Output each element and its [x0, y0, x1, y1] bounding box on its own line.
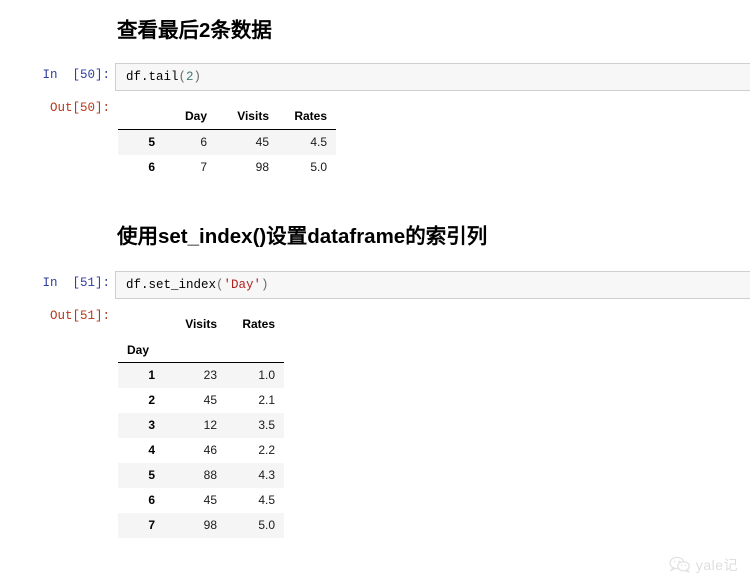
table-row-index: 2 [148, 393, 155, 407]
table-index-name-spacer [164, 337, 226, 362]
dataframe-table-1: Day Visits Rates 5 6 45 4.5 6 7 98 5.0 [118, 104, 336, 180]
table-row-index: 1 [118, 362, 164, 388]
code-token-string-2: 'Day' [223, 278, 262, 292]
input-cell-1[interactable]: In [50]: df.tail(2) [0, 63, 750, 91]
table-body-1: 5 6 45 4.5 6 7 98 5.0 [118, 129, 336, 181]
table-col-header-visits-2: Visits [185, 317, 217, 331]
table-col-header-index-1 [118, 104, 164, 129]
wechat-icon [669, 556, 691, 574]
markdown-heading-1: 查看最后2条数据 [117, 19, 272, 42]
table-cell-visits: 12 [164, 413, 226, 438]
table-row: 6 45 4.5 [118, 488, 284, 513]
table-cell-rates: 4.5 [258, 493, 275, 507]
table-row: 6 7 98 5.0 [118, 155, 336, 180]
table-index-name: Day [127, 343, 150, 357]
code-token-close-paren-2: ) [261, 278, 269, 292]
table-cell-rates: 2.2 [258, 443, 275, 457]
table-col-header-rates: Rates [294, 109, 327, 123]
table-row: 1 23 1.0 [118, 362, 284, 388]
table-head-1: Day Visits Rates [118, 104, 336, 130]
table-col-header-index-2 [118, 312, 164, 337]
table-cell-visits: 98 [255, 160, 269, 174]
notebook-page: 查看最后2条数据 In [50]: df.tail(2) Out[50]: Da… [0, 0, 750, 587]
out-prompt-1: Out[50]: [49, 101, 110, 115]
table-cell-visits: 23 [164, 362, 226, 388]
table-header-row-2: Visits Rates [118, 312, 284, 337]
table-row-index: 6 [148, 493, 155, 507]
in-prompt-2: In [51]: [42, 276, 110, 290]
table-row-index: 4 [148, 443, 155, 457]
table-cell-visits: 45 [216, 129, 278, 155]
table-body-2: 1 23 1.0 2 45 2.1 3 12 3.5 4 46 2.2 5 88… [118, 362, 284, 538]
table-cell-rates: 5.0 [310, 160, 327, 174]
table-cell-visits: 45 [203, 493, 217, 507]
in-prompt-1: In [50]: [42, 68, 110, 82]
code-token-open-paren-2: ( [216, 278, 224, 292]
table-row: 2 45 2.1 [118, 388, 284, 413]
table-cell-visits: 88 [164, 463, 226, 488]
table-cell-day: 6 [164, 129, 216, 155]
table-cell-rates: 2.1 [258, 393, 275, 407]
table-col-header-rates-2: Rates [242, 317, 275, 331]
table-cell-day: 7 [200, 160, 207, 174]
markdown-heading-2: 使用set_index()设置dataframe的索引列 [117, 225, 488, 248]
code-token-number-1: 2 [186, 70, 194, 84]
watermark-text: yale记 [695, 557, 738, 573]
code-editor-1[interactable]: df.tail(2) [115, 63, 750, 91]
table-cell-rates: 5.0 [226, 513, 284, 538]
code-text-1: df.tail(2) [126, 70, 201, 84]
out-prompt-2: Out[51]: [49, 309, 110, 323]
code-token-name-2: df.set_index [126, 278, 217, 292]
table-index-name-spacer [226, 337, 284, 362]
table-row-index: 3 [118, 413, 164, 438]
table-col-header-day: Day [184, 109, 207, 123]
table-row: 5 88 4.3 [118, 463, 284, 488]
table-cell-visits: 46 [203, 443, 217, 457]
code-token-close-paren-1: ) [193, 70, 202, 84]
code-editor-2[interactable]: df.set_index('Day') [115, 271, 750, 299]
dataframe-output-2: Visits Rates Day 1 23 1.0 2 45 2.1 3 12 … [118, 312, 284, 538]
code-token-open-paren-1: ( [178, 70, 187, 84]
table-cell-rates: 1.0 [226, 362, 284, 388]
table-cell-rates: 4.3 [226, 463, 284, 488]
table-row-index: 7 [118, 513, 164, 538]
table-index-name-row: Day [118, 337, 284, 362]
code-token-name-1: df.tail [126, 70, 179, 84]
table-cell-visits: 98 [164, 513, 226, 538]
table-row-index: 6 [148, 160, 155, 174]
dataframe-output-1: Day Visits Rates 5 6 45 4.5 6 7 98 5.0 [118, 104, 336, 180]
watermark: yale记 [669, 555, 738, 575]
table-cell-rates: 3.5 [226, 413, 284, 438]
table-cell-rates: 4.5 [278, 129, 336, 155]
dataframe-table-2: Visits Rates Day 1 23 1.0 2 45 2.1 3 12 … [118, 312, 284, 538]
table-head-2: Visits Rates Day [118, 312, 284, 363]
table-row-index: 5 [118, 129, 164, 155]
table-header-row-1: Day Visits Rates [118, 104, 336, 129]
table-row: 5 6 45 4.5 [118, 129, 336, 155]
table-cell-visits: 45 [203, 393, 217, 407]
table-col-header-visits: Visits [237, 109, 269, 123]
code-text-2: df.set_index('Day') [126, 278, 269, 292]
table-row-index: 5 [118, 463, 164, 488]
table-row: 4 46 2.2 [118, 438, 284, 463]
table-row: 3 12 3.5 [118, 413, 284, 438]
input-cell-2[interactable]: In [51]: df.set_index('Day') [0, 271, 750, 299]
table-row: 7 98 5.0 [118, 513, 284, 538]
